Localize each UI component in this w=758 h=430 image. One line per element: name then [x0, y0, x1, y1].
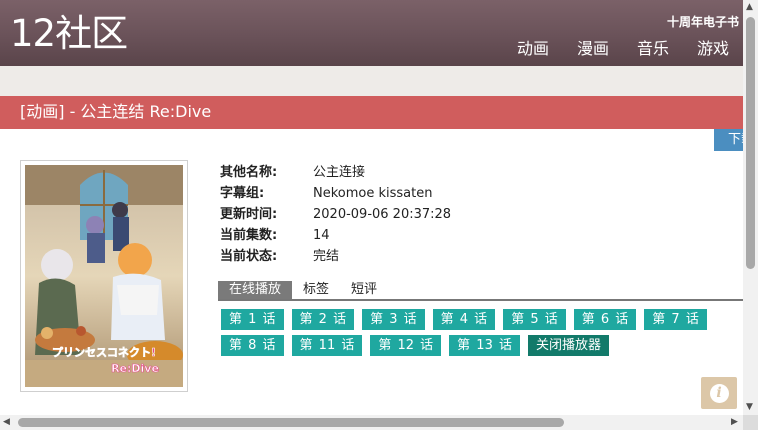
info-value: 2020-09-06 20:37:28 [313, 207, 452, 222]
page-title: [动画] - 公主连结 Re:Dive [20, 102, 212, 121]
scrollbar-corner [743, 415, 758, 430]
poster-logo-sub: Re:Dive [111, 362, 159, 375]
episode-button[interactable]: 第 13 话 [449, 335, 520, 356]
close-player-button[interactable]: 关闭播放器 [527, 335, 609, 356]
episode-button[interactable]: 第 12 话 [370, 335, 442, 356]
scroll-down-arrow-icon[interactable]: ▼ [746, 403, 753, 412]
info-label: 当前状态: [220, 249, 278, 264]
info-button[interactable]: i [701, 377, 737, 409]
scroll-left-arrow-icon[interactable]: ◀ [3, 418, 10, 427]
episode-button[interactable]: 第 5 话 [503, 309, 566, 330]
episode-button[interactable]: 第 8 话 [221, 335, 284, 356]
info-row-updated: 更新时间: 2020-09-06 20:37:28 [220, 205, 451, 226]
episode-button[interactable]: 第 4 话 [432, 309, 496, 330]
site-logo[interactable]: 12社区 [10, 12, 128, 56]
sub-bar [0, 66, 743, 96]
nav-item-manga[interactable]: 漫画 [577, 38, 609, 60]
info-icon: i [709, 383, 729, 403]
scroll-right-arrow-icon[interactable]: ▶ [731, 418, 738, 427]
download-button[interactable]: 下载 [714, 129, 743, 151]
info-value: 公主连接 [313, 165, 366, 180]
scroll-up-arrow-icon[interactable]: ▲ [746, 3, 753, 12]
nav-item-music[interactable]: 音乐 [637, 38, 669, 60]
horizontal-scrollbar[interactable]: ◀ ▶ [0, 415, 743, 430]
content-tabs: 在线播放 标签 短评 [218, 281, 743, 301]
horizontal-scroll-thumb[interactable] [18, 418, 564, 427]
main-nav: 动画 漫画 音乐 游戏 [517, 38, 729, 60]
info-value: 完结 [313, 249, 340, 264]
page-viewport: 12社区 十周年电子书 动画 漫画 音乐 游戏 [动画] - 公主连结 Re:D… [0, 0, 743, 415]
site-header: 12社区 十周年电子书 动画 漫画 音乐 游戏 [0, 0, 743, 66]
episode-button[interactable]: 第 2 话 [291, 309, 355, 330]
tab-online-play[interactable]: 在线播放 [218, 281, 293, 299]
ebook-link[interactable]: 十周年电子书 [667, 13, 739, 30]
episode-button[interactable]: 第 11 话 [291, 335, 363, 356]
info-row-status: 当前状态: 完结 [220, 247, 451, 268]
info-value: Nekomoe kissaten [313, 186, 433, 201]
info-label: 更新时间: [220, 207, 278, 222]
title-bar: [动画] - 公主连结 Re:Dive [0, 96, 743, 129]
vertical-scroll-thumb[interactable] [746, 17, 755, 269]
episode-button[interactable]: 第 1 话 [221, 309, 284, 330]
episode-button[interactable]: 第 6 话 [573, 309, 637, 330]
info-label: 其他名称: [220, 165, 278, 180]
info-row-alias: 其他名称: 公主连接 [220, 163, 451, 184]
info-row-episodes: 当前集数: 14 [220, 226, 451, 247]
nav-item-anime[interactable]: 动画 [517, 38, 549, 60]
info-label: 字幕组: [220, 186, 265, 201]
info-row-subgroup: 字幕组: Nekomoe kissaten [220, 184, 451, 205]
vertical-scrollbar[interactable]: ▲ ▼ [743, 0, 758, 415]
info-list: 其他名称: 公主连接 字幕组: Nekomoe kissaten 更新时间: 2… [220, 163, 451, 268]
episode-button[interactable]: 第 7 话 [644, 309, 707, 330]
episode-list: 第 1 话 第 2 话 第 3 话 第 4 话 第 5 话 第 6 话 第 7 … [221, 309, 743, 356]
tab-reviews[interactable]: 短评 [340, 281, 388, 299]
episode-button[interactable]: 第 3 话 [362, 309, 425, 330]
poster-frame: プリンセスコネクト! Re:Dive [20, 160, 188, 392]
poster-image: プリンセスコネクト! Re:Dive [25, 165, 183, 387]
info-value: 14 [313, 228, 330, 243]
poster-logo-text: プリンセスコネクト! [52, 345, 156, 359]
nav-item-games[interactable]: 游戏 [697, 38, 729, 60]
tab-tags[interactable]: 标签 [292, 281, 340, 299]
info-label: 当前集数: [220, 228, 278, 243]
